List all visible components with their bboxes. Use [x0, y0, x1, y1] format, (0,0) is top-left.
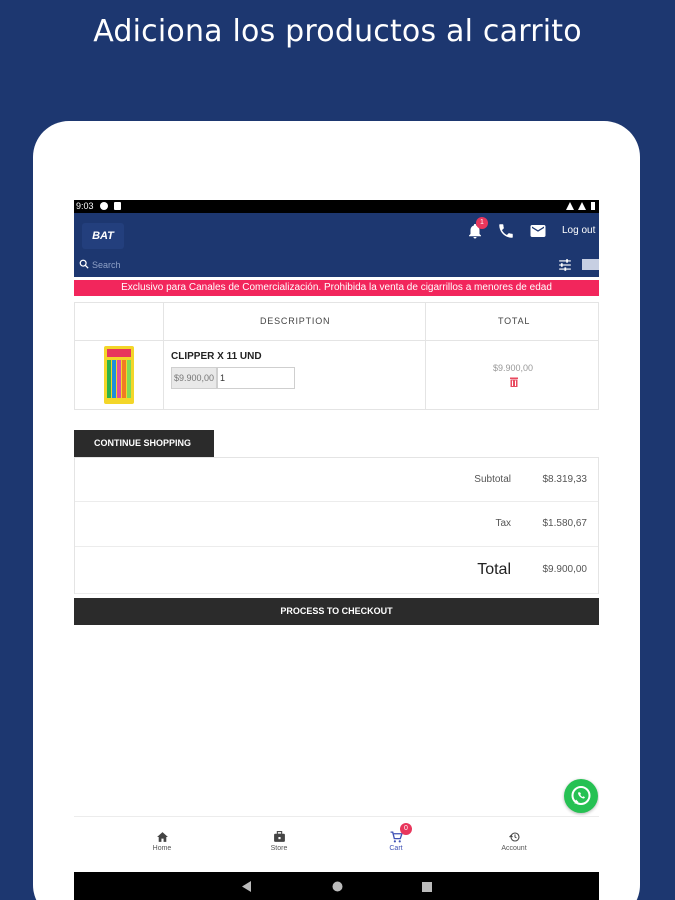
column-header-description: DESCRIPTION [260, 316, 331, 326]
status-right-icons [564, 200, 595, 213]
status-notification-icon [113, 201, 121, 210]
nav-account-label: Account [501, 845, 527, 852]
nav-home-label: Home [152, 845, 172, 852]
back-icon[interactable] [242, 881, 252, 892]
mail-icon[interactable] [529, 222, 547, 240]
continue-shopping-button[interactable]: CONTINUE SHOPPING [74, 430, 214, 457]
trash-icon[interactable] [509, 376, 519, 387]
table-divider [75, 340, 598, 341]
bottom-navigation: Home Store Cart 0 Account [74, 816, 599, 872]
recents-icon[interactable] [422, 882, 432, 892]
nav-account[interactable]: Account [484, 831, 544, 852]
product-image[interactable] [103, 346, 135, 404]
logout-link[interactable]: Log out [562, 225, 595, 236]
phone-icon[interactable] [497, 222, 515, 240]
tax-value: $1.580,67 [542, 518, 588, 529]
nav-cart-label: Cart [389, 845, 403, 852]
unit-price: $9.900,00 [171, 367, 217, 389]
history-icon [508, 832, 520, 842]
wifi-icon [565, 201, 574, 210]
brand-logo[interactable]: BAT [82, 223, 124, 249]
tax-row: Tax $1.580,67 [75, 502, 598, 547]
nav-cart[interactable]: Cart 0 [366, 823, 426, 852]
battery-icon [591, 201, 595, 210]
total-row: Total $9.900,00 [75, 547, 598, 594]
app-header: BAT 1 Log out [74, 213, 599, 277]
promo-title: Adiciona los productos al carrito [93, 14, 582, 49]
total-value: $9.900,00 [542, 564, 588, 575]
checkout-button[interactable]: PROCESS TO CHECKOUT [74, 598, 599, 625]
subtotal-label: Subtotal [474, 474, 511, 485]
item-total: $9.900,00 [493, 363, 534, 373]
search-input[interactable] [92, 258, 392, 272]
product-name: CLIPPER X 11 UND [171, 351, 262, 362]
nav-home[interactable]: Home [132, 831, 192, 852]
table-divider [425, 303, 426, 409]
filter-icon[interactable] [558, 259, 572, 271]
signal-icon [578, 201, 587, 210]
status-time: 9:03 [76, 201, 94, 211]
age-restriction-banner: Exclusivo para Canales de Comercializaci… [74, 280, 599, 296]
order-summary: Subtotal $8.319,33 Tax $1.580,67 Total $… [74, 458, 599, 594]
nav-store[interactable]: Store [249, 831, 309, 852]
home-circle-icon[interactable] [332, 881, 343, 892]
search-icon [79, 259, 89, 269]
app-screen: 9:03 BAT 1 Log out Search Exclusivo para… [74, 200, 599, 900]
cart-count-badge: 0 [400, 823, 412, 835]
status-bar: 9:03 [74, 200, 599, 213]
android-navigation-bar [74, 872, 599, 900]
search-bar [74, 257, 599, 275]
quantity-input[interactable] [217, 367, 295, 389]
view-toggle[interactable] [582, 259, 599, 270]
notification-badge: 1 [476, 217, 488, 229]
tax-label: Tax [495, 518, 511, 529]
store-icon [273, 831, 285, 842]
whatsapp-button[interactable] [564, 779, 598, 813]
whatsapp-icon [571, 786, 591, 805]
nav-store-label: Store [270, 845, 288, 852]
cart-table: DESCRIPTION TOTAL CLIPPER X 11 UND $9.90… [74, 302, 599, 410]
status-app-icon [100, 201, 109, 210]
home-icon [156, 832, 168, 842]
column-header-total: TOTAL [498, 316, 531, 326]
total-label: Total [477, 561, 511, 578]
table-divider [163, 303, 164, 409]
subtotal-value: $8.319,33 [542, 474, 588, 485]
subtotal-row: Subtotal $8.319,33 [75, 458, 598, 502]
